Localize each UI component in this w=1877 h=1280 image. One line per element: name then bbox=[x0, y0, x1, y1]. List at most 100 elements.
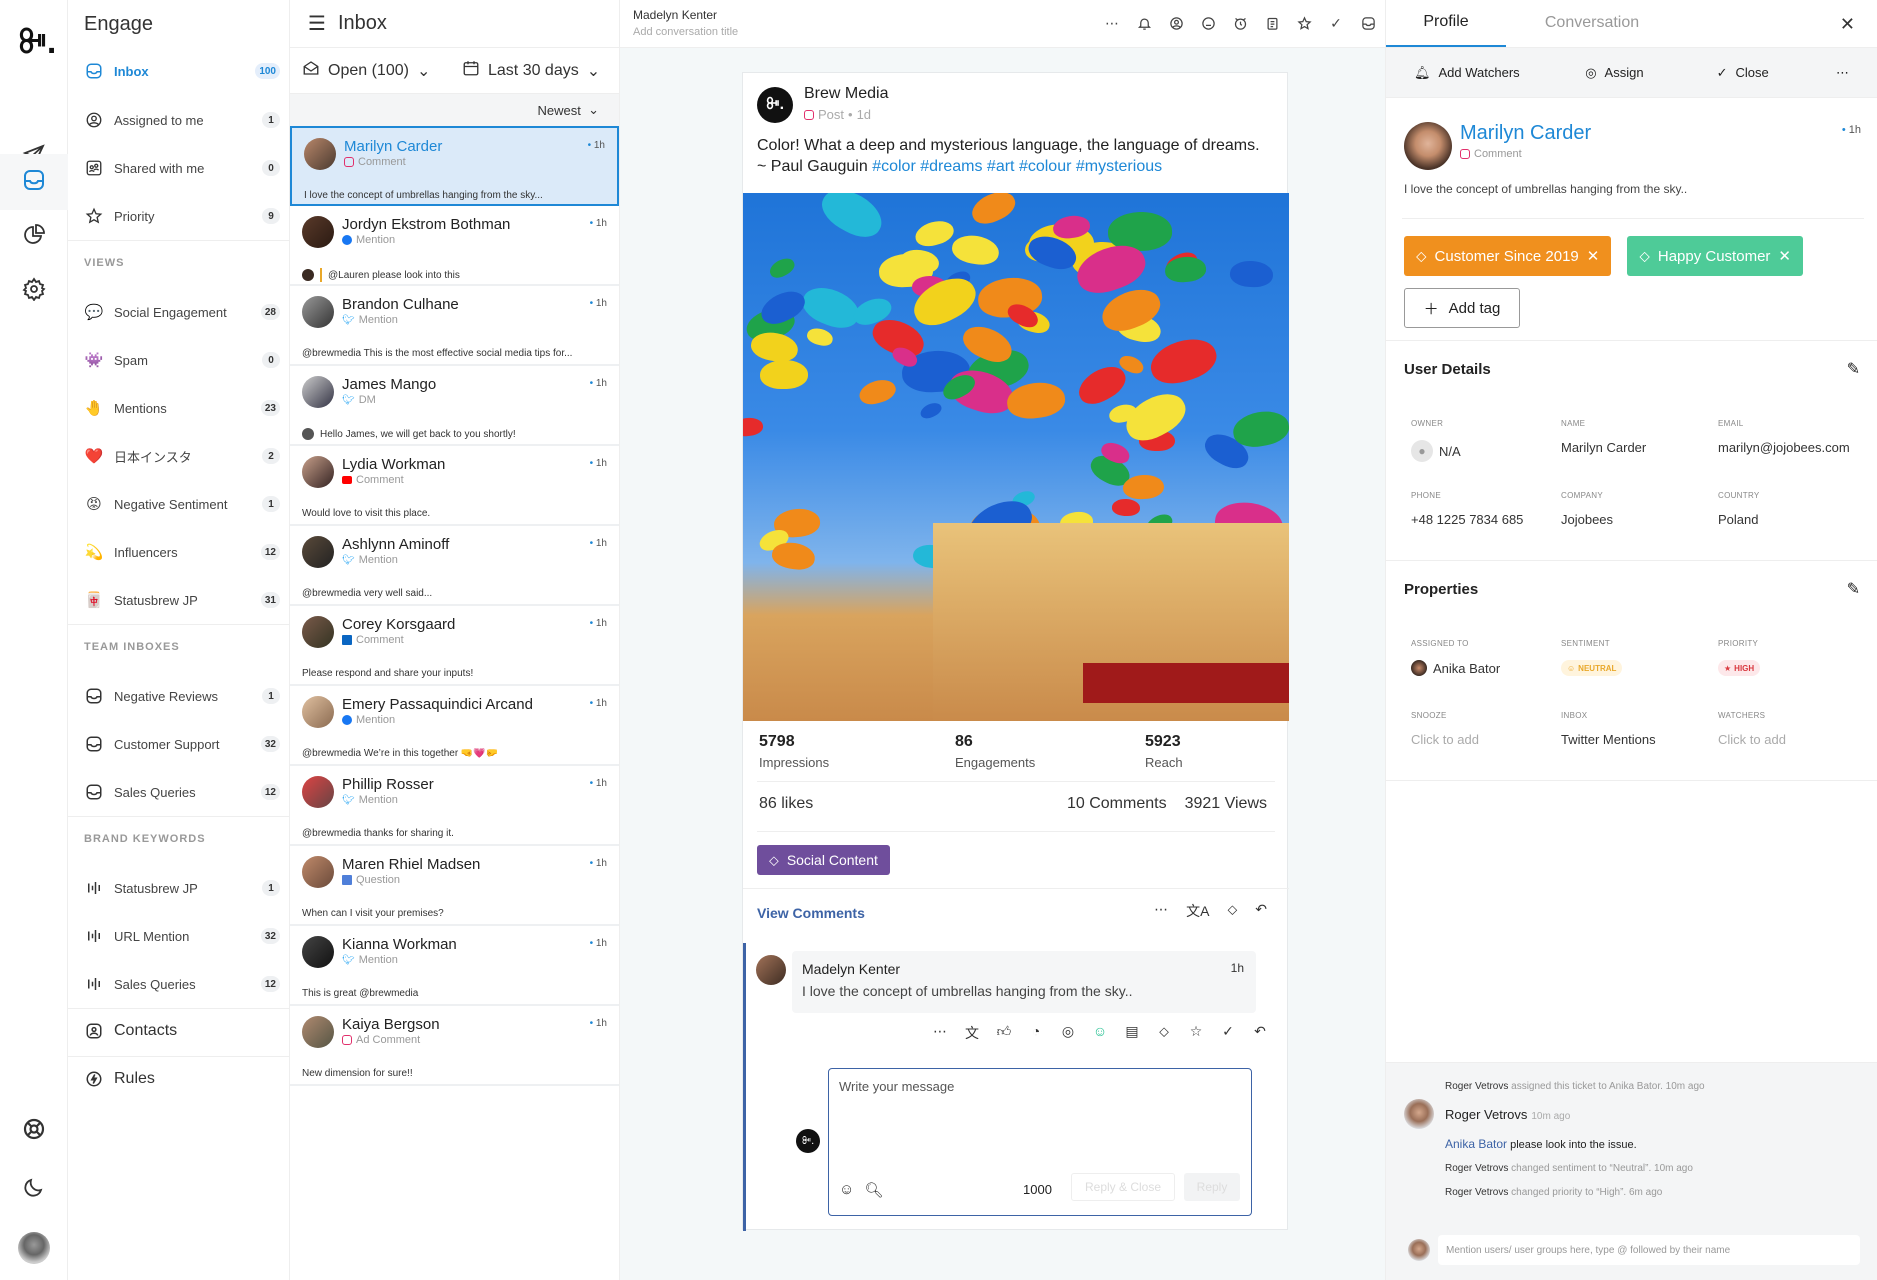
user-circle-icon[interactable]: ◎ bbox=[1059, 1023, 1077, 1043]
tag-social-content[interactable]: ⬦ Social Content bbox=[757, 845, 890, 875]
nav-view-statusbrew-jp[interactable]: 🀄 Statusbrew JP 31 bbox=[84, 580, 280, 620]
conversation-item[interactable]: Maren Rhiel Madsen Question • 1h When can I… bbox=[290, 846, 619, 926]
smiley-icon[interactable] bbox=[1199, 14, 1217, 32]
field-priority[interactable]: PRIORITY ★ HIGH bbox=[1718, 639, 1868, 676]
nav-item-assigned-to-me[interactable]: Assigned to me 1 bbox=[84, 100, 280, 140]
emoji-icon[interactable]: ☺ bbox=[839, 1181, 854, 1199]
nav-team-sales-queries[interactable]: Sales Queries 12 bbox=[84, 772, 280, 812]
check-icon[interactable]: ✓ bbox=[1327, 14, 1345, 32]
rail-engage[interactable] bbox=[0, 154, 68, 210]
date-filter-dropdown[interactable]: Last 30 days ⌄ bbox=[462, 59, 600, 82]
star-icon[interactable]: ☆ bbox=[1187, 1023, 1205, 1043]
nav-brand-sales-queries[interactable]: Sales Queries 12 bbox=[84, 964, 280, 1004]
nav-rules[interactable]: Rules bbox=[84, 1059, 280, 1099]
nav-view-social-engagement[interactable]: 💬 Social Engagement 28 bbox=[84, 292, 280, 332]
tag-icon[interactable]: ⬦ bbox=[1227, 901, 1237, 921]
rail-dark-mode[interactable] bbox=[0, 1158, 68, 1220]
profile-name[interactable]: Marilyn Carder bbox=[1460, 122, 1591, 145]
more-icon[interactable]: ⋯ bbox=[931, 1023, 949, 1043]
conversation-item[interactable]: Ashlynn Aminoff 🐦︎ Mention • 1h @brewmedia v… bbox=[290, 526, 619, 606]
conversation-item[interactable]: Kianna Workman 🐦︎ Mention • 1h This is great… bbox=[290, 926, 619, 1006]
nav-view-mentions[interactable]: 🤚 Mentions 23 bbox=[84, 388, 280, 428]
mention-link[interactable]: Anika Bator bbox=[1445, 1137, 1507, 1151]
field-assigned-to[interactable]: ASSIGNED TO Anika Bator bbox=[1411, 639, 1561, 676]
post-image-umbrellas[interactable] bbox=[743, 193, 1289, 721]
nav-item-shared-with-me[interactable]: Shared with me 0 bbox=[84, 148, 280, 188]
conversation-title-input[interactable]: Add conversation title bbox=[633, 26, 738, 38]
statusbrew-logo[interactable]: ꔻ. bbox=[18, 22, 56, 62]
snooze-icon[interactable]: ◔ bbox=[1027, 1023, 1045, 1043]
tab-profile[interactable]: Profile bbox=[1386, 0, 1506, 47]
post-hashtags[interactable]: #color #dreams #art #colour #mysterious bbox=[872, 158, 1162, 175]
close-icon[interactable]: ✕ bbox=[1840, 14, 1855, 35]
saved-replies-icon[interactable]: 🔍︎ bbox=[864, 1181, 883, 1199]
star-icon[interactable] bbox=[1295, 14, 1313, 32]
menu-icon[interactable]: ☰ bbox=[308, 11, 326, 36]
bell-icon[interactable] bbox=[1135, 14, 1153, 32]
conversation-item[interactable]: Corey Korsgaard Comment • 1h Please respond… bbox=[290, 606, 619, 686]
translate-icon[interactable]: 文 bbox=[963, 1023, 981, 1043]
conversation-item[interactable]: Lydia Workman Comment • 1h Would love to vi… bbox=[290, 446, 619, 526]
clipboard-icon[interactable] bbox=[1263, 14, 1281, 32]
more-icon[interactable]: ⋯ bbox=[1836, 65, 1849, 81]
alarm-clock-icon[interactable] bbox=[1231, 14, 1249, 32]
reply-all-icon[interactable]: ↶ bbox=[1251, 1023, 1269, 1043]
nav-item-priority[interactable]: Priority 9 bbox=[84, 196, 280, 236]
field-snooze[interactable]: SNOOZE Click to add bbox=[1411, 711, 1561, 747]
tag-happy-customer[interactable]: ⬦ Happy Customer ✕ bbox=[1627, 236, 1803, 276]
view-comments-link[interactable]: View Comments bbox=[757, 905, 865, 921]
message-input[interactable] bbox=[839, 1079, 1239, 1149]
user-avatar[interactable] bbox=[18, 1232, 50, 1264]
close-button[interactable]: ✓ Close bbox=[1717, 65, 1836, 81]
conversation-item[interactable]: James Mango 🐦︎ DM • 1h Hello James, we will … bbox=[290, 366, 619, 446]
field-sentiment[interactable]: SENTIMENT ☺ NEUTRAL bbox=[1561, 639, 1711, 676]
user-circle-icon[interactable] bbox=[1167, 14, 1185, 32]
reply-all-icon[interactable]: ↶ bbox=[1255, 901, 1267, 921]
nav-brand-url-mention[interactable]: URL Mention 32 bbox=[84, 916, 280, 956]
nav-team-customer-support[interactable]: Customer Support 32 bbox=[84, 724, 280, 764]
rail-analytics[interactable] bbox=[0, 206, 68, 268]
edit-pencil-icon[interactable]: ✎ bbox=[1847, 579, 1860, 599]
rail-help[interactable] bbox=[0, 1100, 68, 1162]
field-inbox[interactable]: INBOX Twitter Mentions bbox=[1561, 711, 1711, 747]
sort-dropdown[interactable]: Newest ⌄ bbox=[290, 94, 619, 126]
add-tag-button[interactable]: ＋ Add tag bbox=[1404, 288, 1520, 328]
conversation-item[interactable]: Emery Passaquindici Arcand Mention • 1h @br… bbox=[290, 686, 619, 766]
mention-note-input[interactable] bbox=[1438, 1235, 1860, 1265]
nav-item-inbox[interactable]: Inbox 100 bbox=[84, 51, 280, 91]
smiley-icon[interactable]: ☺ bbox=[1091, 1023, 1109, 1043]
conversation-item[interactable]: Brandon Culhane 🐦︎ Mention • 1h @brewmedia T… bbox=[290, 286, 619, 366]
inbox-tray-icon[interactable] bbox=[1359, 14, 1377, 32]
remove-tag-icon[interactable]: ✕ bbox=[1778, 247, 1791, 265]
reply-close-button[interactable]: Reply & Close bbox=[1071, 1173, 1175, 1201]
rail-settings[interactable] bbox=[0, 260, 68, 322]
more-icon[interactable]: ⋯ bbox=[1103, 14, 1121, 32]
tab-conversation[interactable]: Conversation bbox=[1506, 0, 1678, 47]
conversation-item[interactable]: Phillip Rosser 🐦︎ Mention • 1h @brewmedia th… bbox=[290, 766, 619, 846]
tag-icon[interactable]: ⬦ bbox=[1155, 1023, 1173, 1043]
conversation-item[interactable]: Jordyn Ekstrom Bothman Mention • 1h @Lauren… bbox=[290, 206, 619, 286]
field-watchers[interactable]: WATCHERS Click to add bbox=[1718, 711, 1868, 747]
reply-button[interactable]: Reply bbox=[1184, 1173, 1240, 1201]
nav-view-influencers[interactable]: 💫 Influencers 12 bbox=[84, 532, 280, 572]
assign-button[interactable]: ◎ Assign bbox=[1585, 65, 1716, 81]
nav-brand-statusbrew-jp[interactable]: Statusbrew JP 1 bbox=[84, 868, 280, 908]
remove-tag-icon[interactable]: ✕ bbox=[1587, 247, 1600, 265]
status-filter-dropdown[interactable]: Open (100) ⌄ bbox=[302, 59, 462, 82]
more-icon[interactable]: ⋯ bbox=[1154, 901, 1168, 921]
translate-icon[interactable]: 文A bbox=[1186, 901, 1209, 921]
conversation-item[interactable]: Kaiya Bergson Ad Comment • 1h New dimension… bbox=[290, 1006, 619, 1086]
tag-customer-since-2019[interactable]: ⬦ Customer Since 2019 ✕ bbox=[1404, 236, 1612, 276]
add-watchers-button[interactable]: 🔔︎ Add Watchers bbox=[1414, 65, 1585, 81]
edit-pencil-icon[interactable]: ✎ bbox=[1847, 359, 1860, 379]
clipboard-icon[interactable]: ▤ bbox=[1123, 1023, 1141, 1043]
nav-contacts[interactable]: Contacts bbox=[84, 1011, 280, 1051]
nav-team-negative-reviews[interactable]: Negative Reviews 1 bbox=[84, 676, 280, 716]
conversation-item[interactable]: Marilyn Carder Comment • 1h I love the conc… bbox=[290, 126, 619, 206]
thumbs-up-icon[interactable]: 👍︎ bbox=[995, 1023, 1013, 1043]
nav-view-negative-sentiment[interactable]: 😡 Negative Sentiment 1 bbox=[84, 484, 280, 524]
heart-icon: ❤️ bbox=[84, 448, 104, 465]
nav-view-spam[interactable]: 👾 Spam 0 bbox=[84, 340, 280, 380]
nav-view-japan-insta[interactable]: ❤️ 日本インスタ 2 bbox=[84, 436, 280, 476]
check-icon[interactable]: ✓ bbox=[1219, 1023, 1237, 1043]
